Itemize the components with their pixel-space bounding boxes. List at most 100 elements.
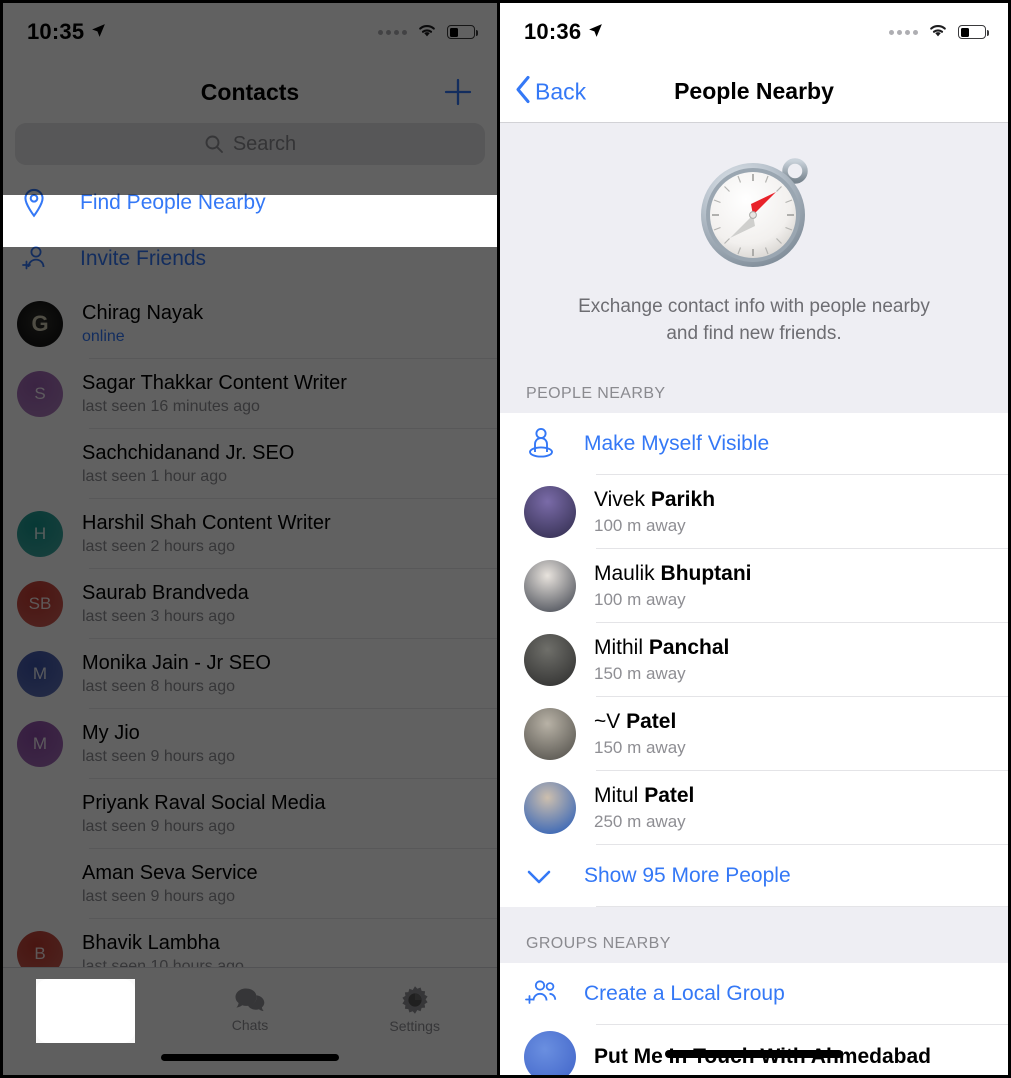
contact-name: My Jio (82, 722, 140, 744)
person-row[interactable]: Vivek Parikh 100 m away (500, 475, 1008, 549)
contact-text: My Jio last seen 9 hours ago (82, 722, 235, 766)
person-text: Mithil Panchal 150 m away (594, 636, 729, 684)
invite-friends-row[interactable]: Invite Friends (3, 229, 497, 289)
find-people-nearby-row[interactable]: Find People Nearby (3, 177, 497, 229)
hero-description: Exchange contact info with people nearby… (578, 293, 930, 347)
contact-row[interactable]: Priyank Raval Social Media last seen 9 ho… (3, 779, 497, 849)
person-name: Mitul Patel (594, 784, 694, 808)
contacts-tab-highlight (36, 979, 135, 1043)
status-time: 10:36 (524, 19, 582, 44)
contact-text: Saurab Brandveda last seen 3 hours ago (82, 582, 249, 626)
contact-row[interactable]: G Chirag Nayak online (3, 289, 497, 359)
wifi-icon (416, 22, 438, 43)
contact-status: last seen 9 hours ago (82, 888, 235, 905)
back-label: Back (535, 78, 587, 104)
person-first-name: Mitul (594, 784, 639, 807)
hero-description-line2: and find new friends. (666, 323, 842, 344)
compass-icon (693, 151, 815, 273)
person-distance: 150 m away (594, 664, 686, 683)
invite-friends-label: Invite Friends (80, 247, 207, 270)
tab-settings[interactable]: Settings (332, 974, 497, 1044)
show-more-people-label: Show 95 More People (584, 864, 791, 887)
avatar: M (17, 651, 63, 697)
status-time-group: 10:35 (27, 19, 107, 45)
left-nav-bar: Contacts (3, 61, 497, 123)
signal-dots-icon (889, 29, 918, 35)
person-distance: 100 m away (594, 516, 686, 535)
avatar: H (17, 511, 63, 557)
person-text: Mitul Patel 250 m away (594, 784, 694, 832)
contact-status: last seen 16 minutes ago (82, 398, 260, 415)
person-distance: 100 m away (594, 590, 686, 609)
contacts-list: G Chirag Nayak online S Sagar Thakkar Conten… (3, 289, 497, 989)
person-row[interactable]: ~V Patel 150 m away (500, 697, 1008, 771)
create-local-group-label: Create a Local Group (584, 982, 785, 1005)
contact-status: last seen 3 hours ago (82, 608, 235, 625)
person-text: ~V Patel 150 m away (594, 710, 686, 758)
person-last-name: Panchal (648, 636, 730, 659)
location-arrow-icon (587, 19, 604, 45)
contact-name: Chirag Nayak (82, 302, 204, 324)
gear-icon (400, 985, 430, 1015)
avatar (524, 634, 576, 686)
back-button[interactable]: Back (514, 74, 586, 109)
status-indicators (378, 22, 478, 43)
search-input[interactable]: Search (15, 123, 485, 165)
contact-row[interactable]: S Sagar Thakkar Content Writer last seen 1… (3, 359, 497, 429)
person-row[interactable]: Mitul Patel 250 m away (500, 771, 1008, 845)
battery-icon (958, 25, 989, 39)
contact-status: last seen 9 hours ago (82, 818, 235, 835)
avatar: S (17, 371, 63, 417)
contact-row[interactable]: Sachchidanand Jr. SEO last seen 1 hour ag… (3, 429, 497, 499)
make-myself-visible-row[interactable]: Make Myself Visible (500, 413, 1008, 475)
map-pin-icon (20, 188, 64, 218)
person-row[interactable]: Mithil Panchal 150 m away (500, 623, 1008, 697)
avatar (524, 782, 576, 834)
tab-label: Settings (389, 1017, 440, 1034)
person-row[interactable]: Maulik Bhuptani 100 m away (500, 549, 1008, 623)
contact-text: Sachchidanand Jr. SEO last seen 1 hour ag… (82, 442, 294, 486)
chat-bubbles-icon (234, 986, 266, 1014)
contact-row[interactable]: M Monika Jain - Jr SEO last seen 8 hours a… (3, 639, 497, 709)
person-first-name: Vivek (594, 488, 645, 511)
right-nav-bar: Back People Nearby (500, 61, 1008, 123)
tab-chats[interactable]: Chats (168, 974, 333, 1044)
contact-status: last seen 9 hours ago (82, 748, 235, 765)
people-nearby-section-header: PEOPLE NEARBY (500, 363, 1008, 413)
plus-icon[interactable] (441, 75, 475, 109)
person-name: Maulik Bhuptani (594, 562, 752, 586)
contact-row[interactable]: H Harshil Shah Content Writer last seen 2 … (3, 499, 497, 569)
signal-dots-icon (378, 29, 407, 35)
contact-name: Sagar Thakkar Content Writer (82, 372, 347, 394)
status-time-group: 10:36 (524, 19, 604, 45)
contact-name: Bhavik Lambha (82, 932, 220, 954)
person-name: ~V Patel (594, 710, 686, 734)
contact-text: Sagar Thakkar Content Writer last seen 16… (82, 372, 347, 416)
battery-icon (447, 25, 478, 39)
search-container: Search (3, 123, 497, 177)
person-distance: 150 m away (594, 738, 686, 757)
location-arrow-icon (90, 19, 107, 45)
contact-name: Monika Jain - Jr SEO (82, 652, 271, 674)
person-last-name: Patel (626, 710, 677, 733)
contact-row[interactable]: Aman Seva Service last seen 9 hours ago (3, 849, 497, 919)
hero-description-line1: Exchange contact info with people nearby (578, 296, 930, 317)
person-name: Mithil Panchal (594, 636, 729, 660)
tab-label: Chats (231, 1016, 269, 1033)
avatar: G (17, 301, 63, 347)
contact-name: Aman Seva Service (82, 862, 258, 884)
group-avatar (524, 1031, 576, 1075)
hero-section: Exchange contact info with people nearby… (500, 123, 1008, 363)
home-indicator (161, 1054, 339, 1061)
person-last-name: Patel (644, 784, 695, 807)
contact-row[interactable]: M My Jio last seen 9 hours ago (3, 709, 497, 779)
person-last-name: Bhuptani (660, 562, 752, 585)
contact-text: Priyank Raval Social Media last seen 9 ho… (82, 792, 325, 836)
contact-status: last seen 1 hour ago (82, 468, 227, 485)
avatar: M (17, 721, 63, 767)
status-indicators (889, 22, 989, 43)
contact-row[interactable]: SB Saurab Brandveda last seen 3 hours ago (3, 569, 497, 639)
group-add-icon (524, 978, 570, 1010)
create-local-group-row[interactable]: Create a Local Group (500, 963, 1008, 1025)
show-more-people-row[interactable]: Show 95 More People (500, 845, 1008, 907)
